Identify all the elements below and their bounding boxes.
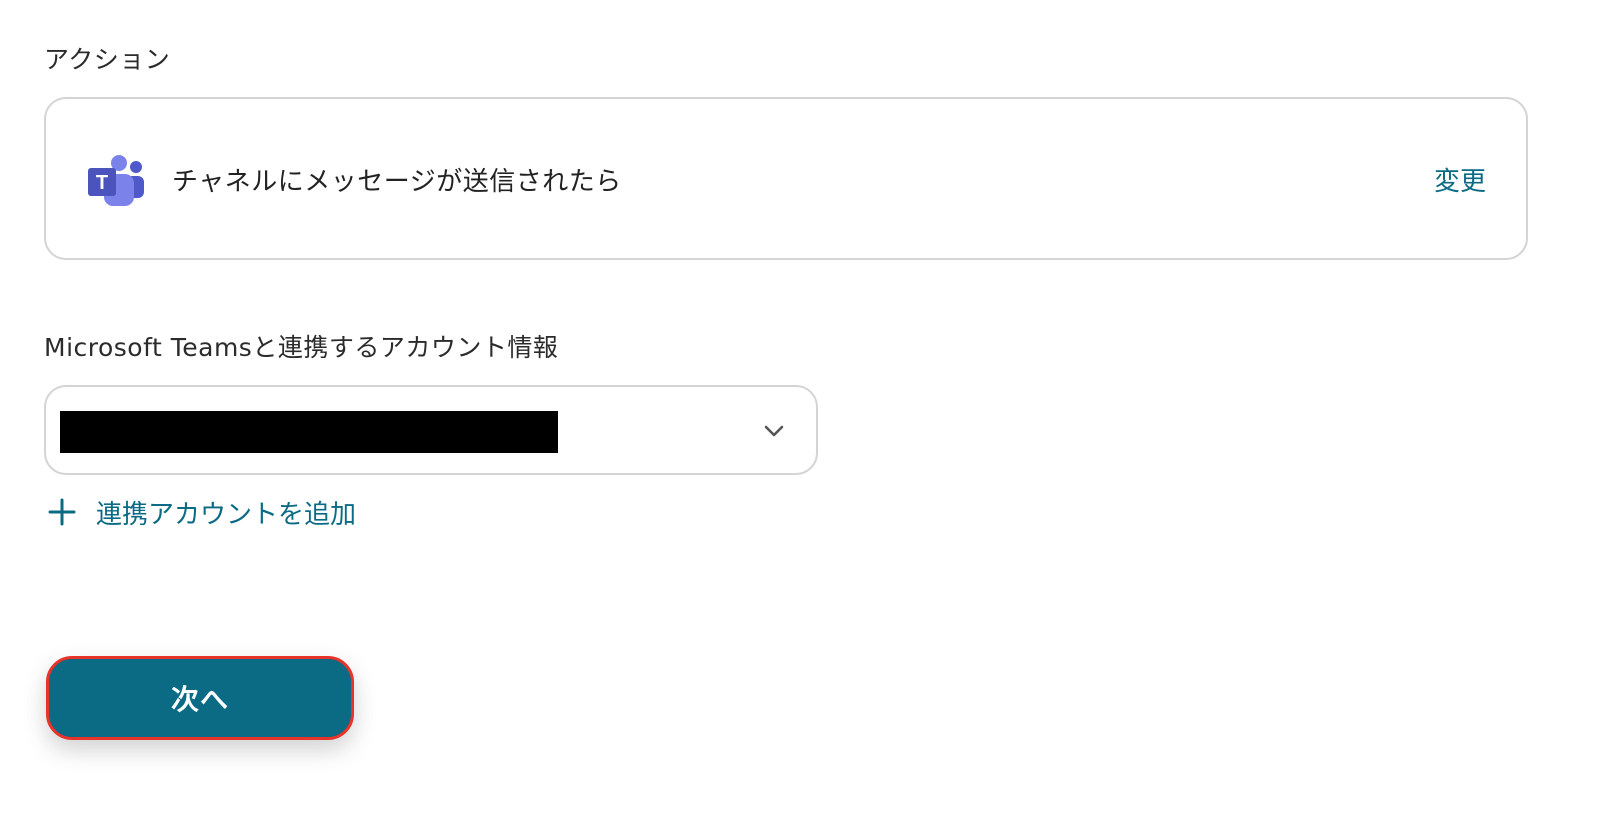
account-section-label: Microsoft Teamsと連携するアカウント情報 — [44, 333, 559, 362]
account-select[interactable] — [44, 385, 818, 475]
action-name: チャネルにメッセージが送信されたら — [172, 167, 622, 197]
add-account-label: 連携アカウントを追加 — [96, 499, 357, 530]
change-action-link[interactable]: 変更 — [1434, 161, 1486, 198]
add-account-link[interactable]: 連携アカウントを追加 — [46, 492, 356, 532]
next-button-label: 次へ — [170, 683, 229, 716]
microsoft-teams-icon: T — [88, 155, 144, 206]
plus-icon — [48, 498, 76, 526]
action-card: T チャネルにメッセージが送信されたら 変更 — [44, 97, 1528, 260]
action-section-label: アクション — [44, 45, 171, 74]
next-button[interactable]: 次へ — [46, 656, 354, 740]
redacted-account-value — [60, 411, 558, 453]
chevron-down-icon — [764, 425, 784, 437]
svg-text:T: T — [96, 172, 108, 194]
